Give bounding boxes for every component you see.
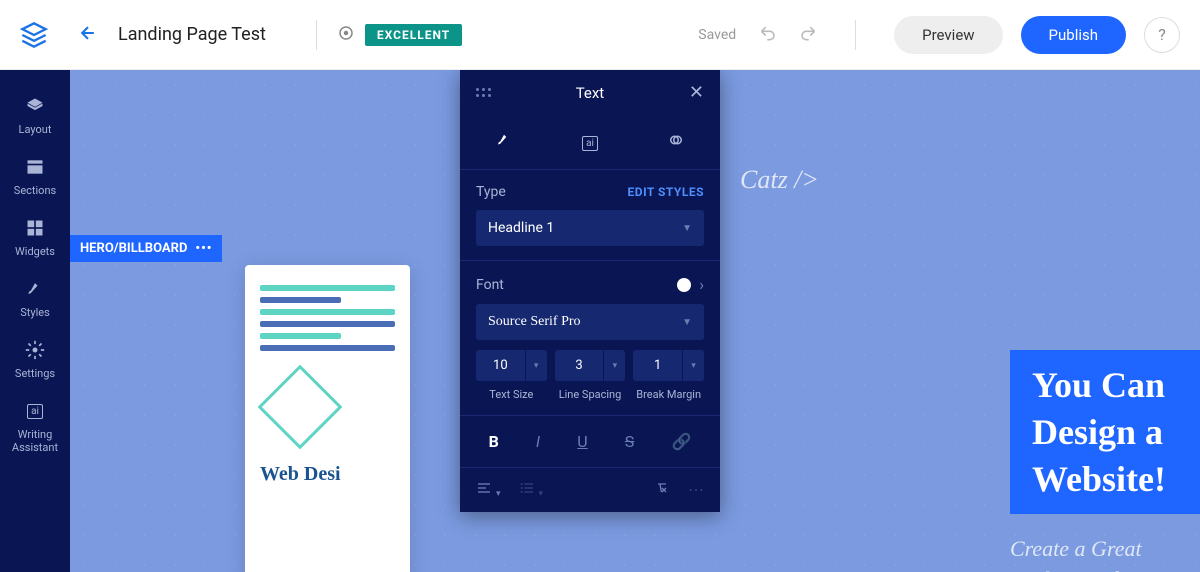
saved-status: Saved xyxy=(698,27,736,43)
format-toolbar: B I U S 🔗 xyxy=(460,416,720,468)
divider xyxy=(316,20,317,50)
panel-header: Text ✕ xyxy=(460,70,720,115)
sidebar-label: Widgets xyxy=(15,245,55,258)
panel-title: Text xyxy=(576,84,605,102)
divider xyxy=(855,20,856,50)
caret-down-icon: ▼ xyxy=(682,317,692,328)
stepper-icon[interactable]: ▾ xyxy=(525,350,547,381)
break-margin-label: Break Margin xyxy=(636,388,701,401)
sidebar-item-writing-assistant[interactable]: ai Writing Assistant xyxy=(0,390,70,464)
book-mockup-image: Web Desi xyxy=(245,265,410,572)
sidebar-label: Layout xyxy=(19,123,52,136)
list-button[interactable]: ▾ xyxy=(519,480,544,500)
text-size-value: 10 xyxy=(476,350,525,381)
line-spacing-label: Line Spacing xyxy=(559,388,622,401)
ai-icon: ai xyxy=(24,400,46,422)
sidebar-label: Writing Assistant xyxy=(0,428,70,454)
sidebar-item-widgets[interactable]: Widgets xyxy=(0,207,70,268)
more-options-icon[interactable]: ••• xyxy=(195,241,212,256)
layout-icon xyxy=(24,95,46,117)
link-button[interactable]: 🔗 xyxy=(667,428,695,455)
hero-label-text: HERO/BILLBOARD xyxy=(80,241,187,256)
publish-button[interactable]: Publish xyxy=(1021,16,1126,54)
canvas[interactable]: Catz /> HERO/BILLBOARD ••• Web Desi You … xyxy=(70,70,1200,572)
redo-button[interactable] xyxy=(797,23,817,47)
brand-tag: Catz /> xyxy=(740,165,819,195)
quality-badge: EXCELLENT xyxy=(365,24,462,46)
sidebar-label: Styles xyxy=(20,306,50,319)
type-select[interactable]: Headline 1 ▼ xyxy=(476,210,704,246)
panel-tabs: ai xyxy=(460,115,720,170)
chevron-right-icon[interactable]: › xyxy=(699,275,704,294)
drag-handle-icon[interactable] xyxy=(476,88,491,97)
underline-button[interactable]: U xyxy=(573,428,591,455)
font-select[interactable]: Source Serif Pro ▼ xyxy=(476,304,704,340)
type-label: Type xyxy=(476,184,506,200)
sections-icon xyxy=(24,156,46,178)
sidebar-label: Settings xyxy=(15,367,55,380)
sidebar-item-layout[interactable]: Layout xyxy=(0,85,70,146)
text-size-input[interactable]: 10 ▾ xyxy=(476,350,547,381)
font-value: Source Serif Pro xyxy=(488,314,581,330)
settings-icon xyxy=(24,339,46,361)
more-button[interactable]: ⋯ xyxy=(688,480,704,500)
sidebar-item-styles[interactable]: Styles xyxy=(0,268,70,329)
line-spacing-input[interactable]: 3 ▾ xyxy=(555,350,626,381)
hero-subtitle[interactable]: Create a Great Looking Website Today Wit… xyxy=(1010,534,1200,572)
font-color-swatch[interactable] xyxy=(677,278,691,292)
alignment-toolbar: ▾ ▾ ⋯ xyxy=(460,468,720,512)
preview-button[interactable]: Preview xyxy=(894,16,1002,54)
break-margin-input[interactable]: 1 ▾ xyxy=(633,350,704,381)
break-margin-value: 1 xyxy=(633,350,682,381)
stepper-icon[interactable]: ▾ xyxy=(603,350,625,381)
topbar: Landing Page Test EXCELLENT Saved Previe… xyxy=(0,0,1200,70)
sidebar-item-settings[interactable]: Settings xyxy=(0,329,70,390)
app-logo-icon xyxy=(20,21,48,49)
line-spacing-value: 3 xyxy=(555,350,604,381)
font-label: Font xyxy=(476,277,504,293)
undo-button[interactable] xyxy=(759,23,779,47)
page-title: Landing Page Test xyxy=(118,24,266,45)
sidebar-item-sections[interactable]: Sections xyxy=(0,146,70,207)
book-title-text: Web Desi xyxy=(260,463,395,486)
hero-section-label[interactable]: HERO/BILLBOARD ••• xyxy=(70,235,222,262)
clear-format-button[interactable] xyxy=(654,480,670,500)
hero-heading[interactable]: You Can Design a Website! xyxy=(1010,350,1200,514)
edit-styles-link[interactable]: EDIT STYLES xyxy=(628,185,704,199)
text-editor-panel: Text ✕ ai Type EDIT STYLES Headline 1 ▼ xyxy=(460,70,720,512)
strikethrough-button[interactable]: S xyxy=(621,428,639,455)
help-button[interactable]: ? xyxy=(1144,17,1180,53)
tab-styling[interactable] xyxy=(483,125,525,159)
stepper-icon[interactable]: ▾ xyxy=(682,350,704,381)
quality-target-icon[interactable] xyxy=(337,24,355,46)
align-left-button[interactable]: ▾ xyxy=(476,480,501,500)
caret-down-icon: ▼ xyxy=(682,223,692,234)
text-size-label: Text Size xyxy=(489,388,533,401)
back-button[interactable] xyxy=(78,23,98,47)
close-button[interactable]: ✕ xyxy=(689,82,704,103)
tab-ai[interactable]: ai xyxy=(570,125,610,159)
bold-button[interactable]: B xyxy=(485,428,503,455)
styles-icon xyxy=(24,278,46,300)
widgets-icon xyxy=(24,217,46,239)
sidebar-label: Sections xyxy=(14,184,56,197)
type-value: Headline 1 xyxy=(488,220,554,236)
tab-link[interactable] xyxy=(655,125,697,159)
italic-button[interactable]: I xyxy=(532,428,544,455)
sidebar: Layout Sections Widgets Styles Settings … xyxy=(0,70,70,572)
